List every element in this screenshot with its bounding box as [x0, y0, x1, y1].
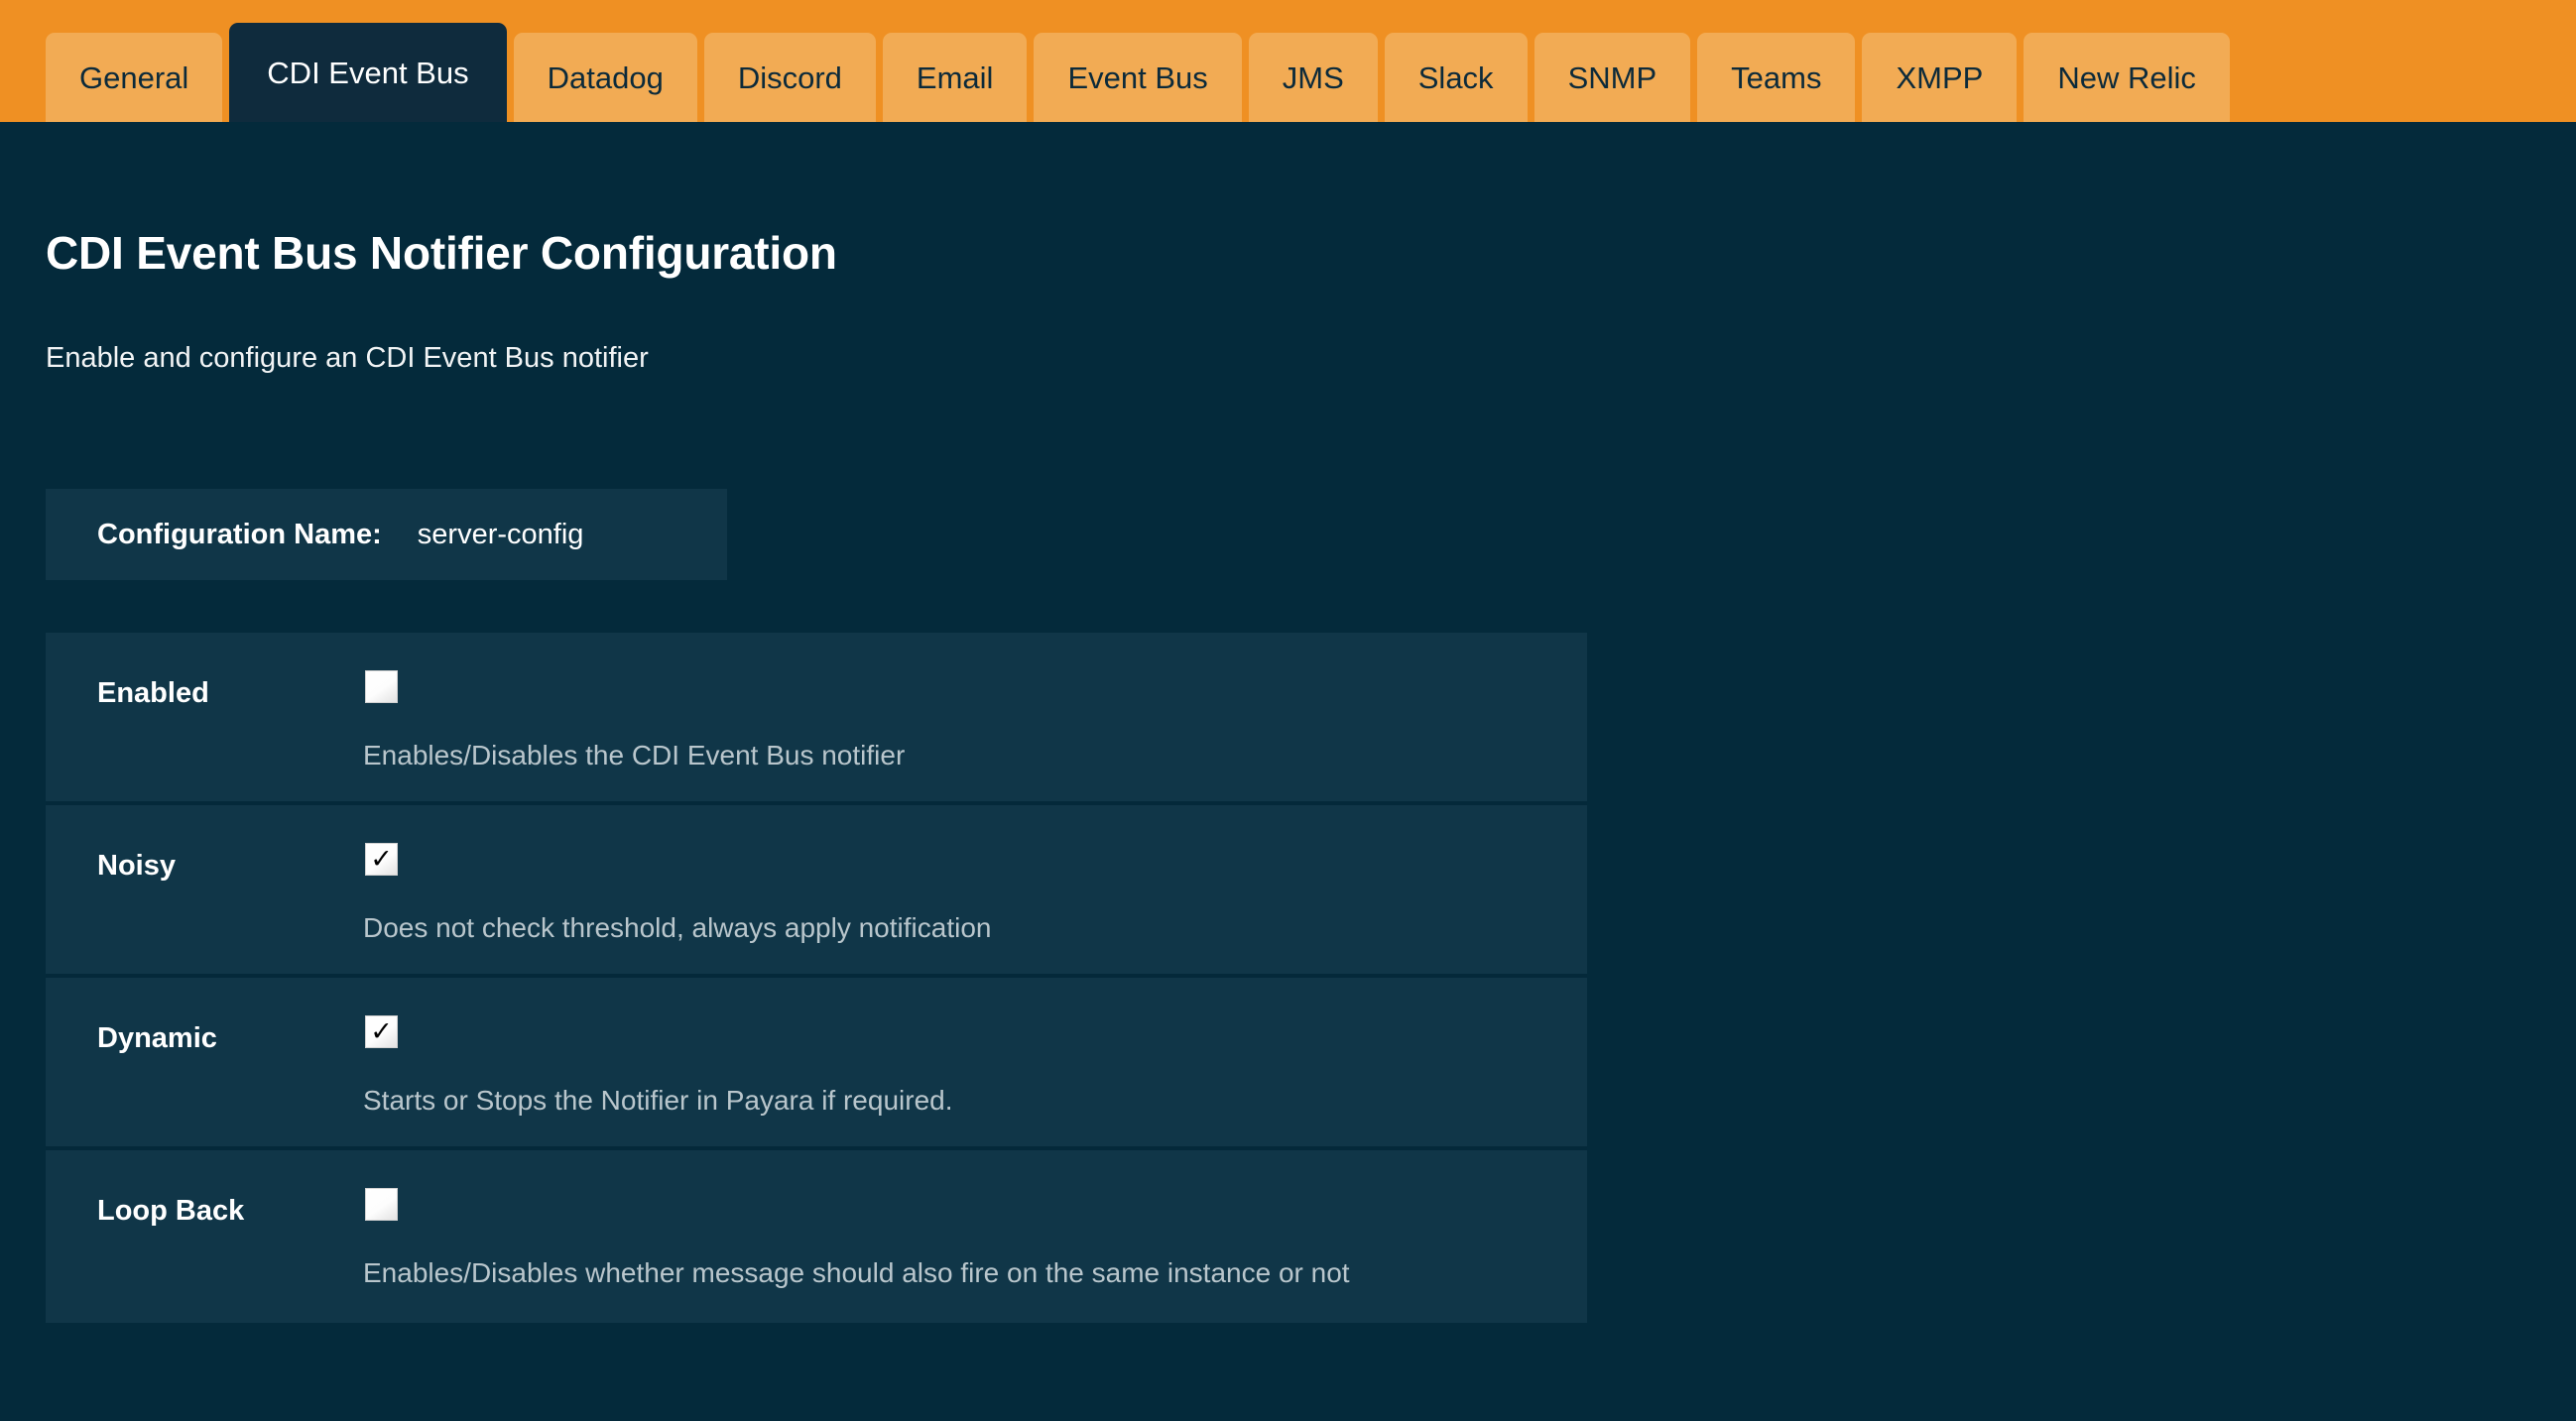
- tab-snmp[interactable]: SNMP: [1534, 33, 1691, 122]
- option-label: Loop Back: [97, 1195, 244, 1228]
- tab-datadog[interactable]: Datadog: [514, 33, 697, 122]
- tab-label: XMPP: [1896, 62, 1983, 93]
- option-label: Dynamic: [97, 1022, 217, 1055]
- option-description: Does not check threshold, always apply n…: [363, 912, 991, 944]
- tab-jms[interactable]: JMS: [1249, 33, 1378, 122]
- check-icon: ✓: [366, 844, 397, 875]
- tab-slack[interactable]: Slack: [1385, 33, 1528, 122]
- tab-label: SNMP: [1568, 62, 1657, 93]
- notifier-options-panel: Enabled ✓ Enables/Disables the CDI Event B…: [46, 633, 1587, 1323]
- option-row: Noisy ✓ Does not check threshold, always a…: [46, 805, 1587, 978]
- tab-label: JMS: [1283, 62, 1344, 93]
- tab-label: General: [79, 62, 188, 93]
- tab-event-bus[interactable]: Event Bus: [1034, 33, 1241, 122]
- checkbox-enabled[interactable]: ✓: [365, 670, 398, 703]
- tab-label: Event Bus: [1067, 62, 1207, 93]
- option-label: Noisy: [97, 850, 176, 883]
- tab-label: Email: [917, 62, 994, 93]
- checkbox-loop-back[interactable]: ✓: [365, 1188, 398, 1221]
- page-subtitle: Enable and configure an CDI Event Bus no…: [46, 342, 649, 375]
- configuration-name-strip: Configuration Name: server-config: [46, 489, 727, 580]
- tab-label: Datadog: [548, 62, 664, 93]
- page-title: CDI Event Bus Notifier Configuration: [46, 226, 837, 280]
- tab-label: Discord: [738, 62, 842, 93]
- option-description: Enables/Disables whether message should …: [363, 1257, 1350, 1289]
- tab-label: New Relic: [2057, 62, 2196, 93]
- option-description: Enables/Disables the CDI Event Bus notif…: [363, 740, 905, 771]
- tab-new-relic[interactable]: New Relic: [2024, 33, 2230, 122]
- tab-general[interactable]: General: [46, 33, 222, 122]
- tab-xmpp[interactable]: XMPP: [1862, 33, 2017, 122]
- configuration-name-value: server-config: [418, 519, 584, 551]
- option-checkbox-wrapper: ✓: [365, 670, 398, 703]
- option-row: Dynamic ✓ Starts or Stops the Notifier in …: [46, 978, 1587, 1150]
- notifier-tab-bar: General CDI Event Bus Datadog Discord Email E…: [0, 0, 2576, 122]
- tab-cdi-event-bus[interactable]: CDI Event Bus: [229, 23, 506, 122]
- option-checkbox-wrapper: ✓: [365, 1015, 398, 1048]
- tab-teams[interactable]: Teams: [1697, 33, 1855, 122]
- option-label: Enabled: [97, 677, 209, 710]
- tab-label: Teams: [1731, 62, 1821, 93]
- checkbox-dynamic[interactable]: ✓: [365, 1015, 398, 1048]
- checkbox-noisy[interactable]: ✓: [365, 843, 398, 876]
- option-description: Starts or Stops the Notifier in Payara i…: [363, 1085, 953, 1117]
- tab-label: CDI Event Bus: [267, 58, 468, 88]
- check-icon: ✓: [366, 1016, 397, 1047]
- configuration-name-label: Configuration Name:: [97, 519, 382, 551]
- option-row: Loop Back ✓ Enables/Disables whether messa…: [46, 1150, 1587, 1323]
- tab-label: Slack: [1418, 62, 1494, 93]
- option-checkbox-wrapper: ✓: [365, 843, 398, 876]
- option-checkbox-wrapper: ✓: [365, 1188, 398, 1221]
- page-content: CDI Event Bus Notifier Configuration Ena…: [0, 122, 2576, 1421]
- tab-discord[interactable]: Discord: [704, 33, 876, 122]
- option-row: Enabled ✓ Enables/Disables the CDI Event B…: [46, 633, 1587, 805]
- tab-email[interactable]: Email: [883, 33, 1028, 122]
